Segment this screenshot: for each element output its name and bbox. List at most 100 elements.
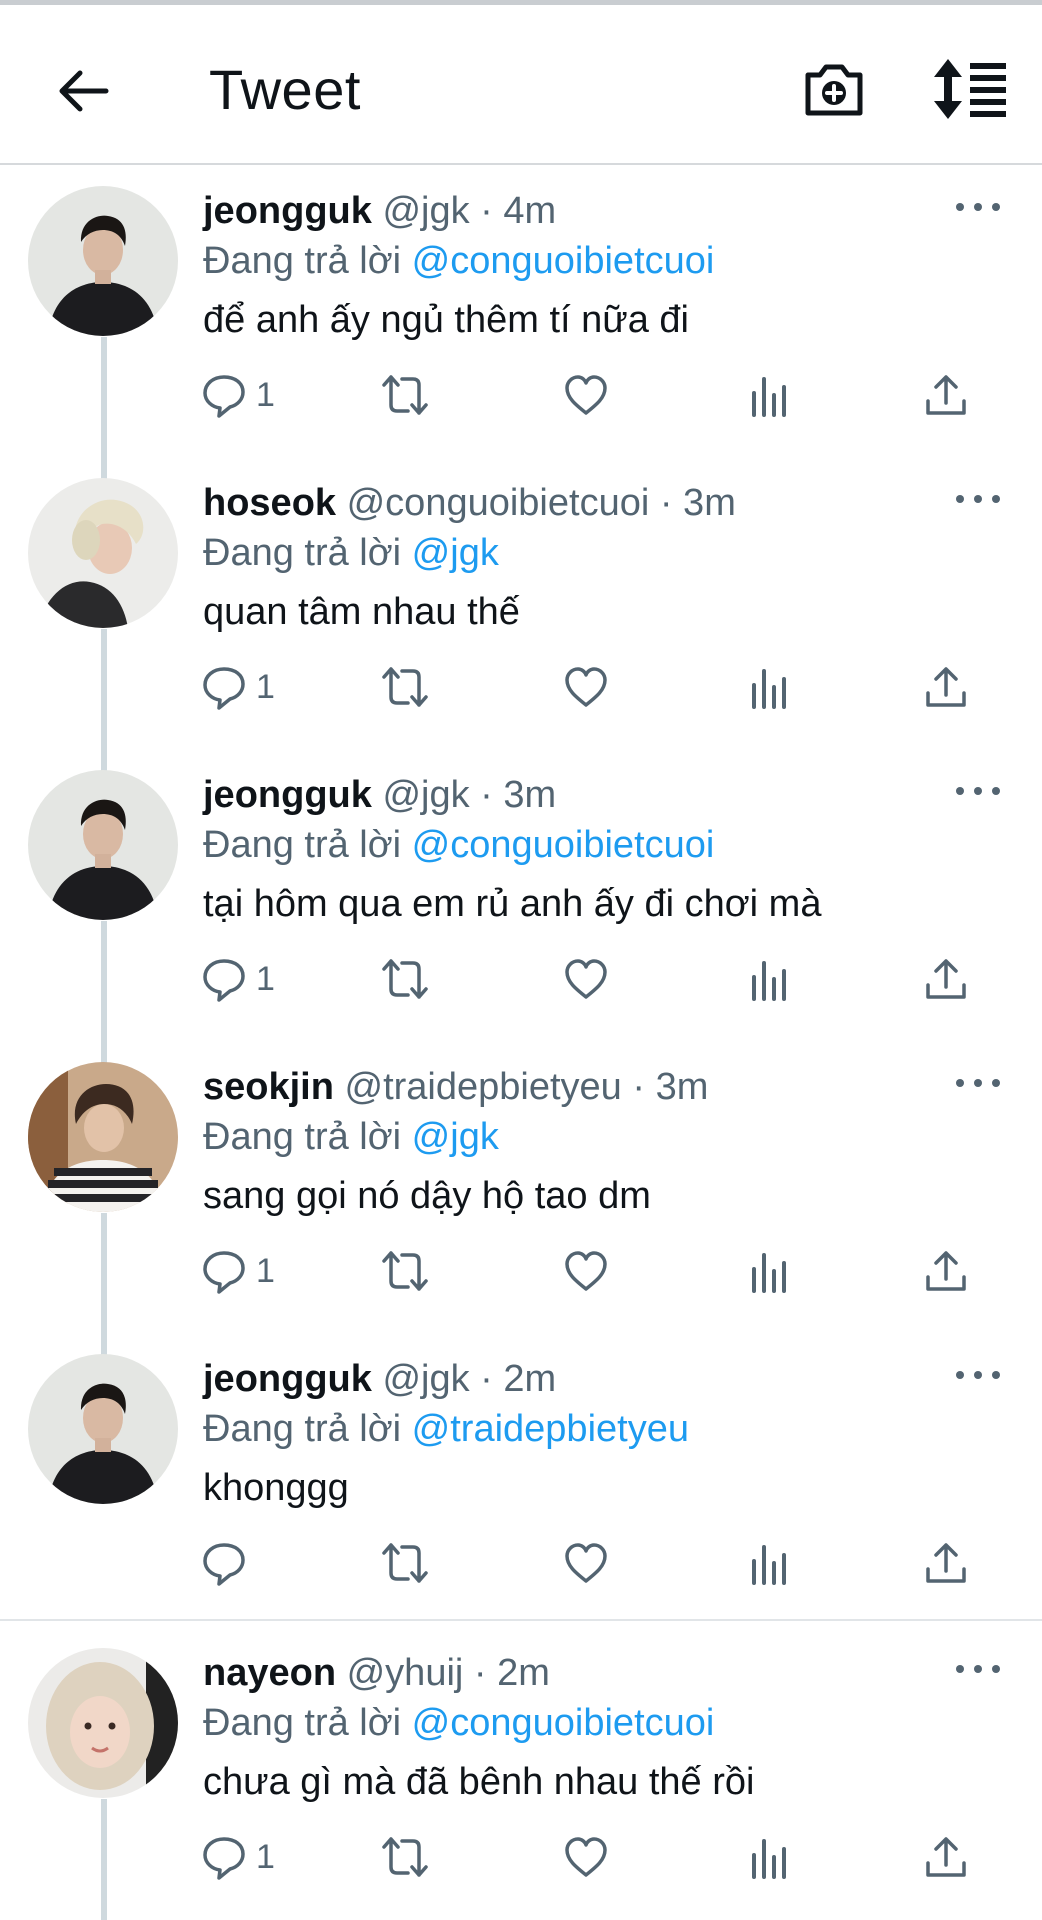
avatar-jeongguk[interactable] <box>28 770 178 920</box>
heart-icon <box>565 1543 607 1583</box>
tweet-item[interactable]: seokjin @traidepbietyeu · 3m Đang trả lờ… <box>0 1043 1042 1355</box>
user-handle[interactable]: @jgk <box>382 774 469 816</box>
replying-to-label: Đang trả lời <box>203 1408 402 1450</box>
tweet-body: nayeon @yhuij · 2m Đang trả lời @conguoi… <box>203 1649 1002 1807</box>
tweet-time[interactable]: · 3m <box>632 1066 708 1108</box>
share-button[interactable] <box>922 1243 970 1299</box>
reply-button[interactable]: 1 <box>200 367 275 423</box>
avatar-jeongguk[interactable] <box>28 186 178 336</box>
tweet-time[interactable]: · 3m <box>480 774 556 816</box>
reply-icon <box>203 1837 245 1880</box>
like-button[interactable] <box>562 367 610 423</box>
share-button[interactable] <box>922 1829 970 1885</box>
thread-connector <box>101 1799 107 1920</box>
tweet-text: chưa gì mà đã bênh nhau thế rồi <box>203 1761 755 1803</box>
views-button[interactable] <box>744 951 792 1007</box>
user-handle[interactable]: @conguoibietcuoi <box>347 482 650 524</box>
heart-icon <box>565 1837 607 1877</box>
reply-button[interactable]: 1 <box>200 1829 275 1885</box>
user-handle[interactable]: @traidepbietyeu <box>345 1066 622 1108</box>
views-button[interactable] <box>744 367 792 423</box>
replying-to-label: Đang trả lời <box>203 1116 402 1158</box>
display-name[interactable]: jeongguk <box>203 1358 372 1400</box>
analytics-icon <box>752 1839 786 1879</box>
avatar-nayeon[interactable] <box>28 1648 178 1798</box>
analytics-icon <box>752 669 786 709</box>
display-name[interactable]: nayeon <box>203 1652 336 1694</box>
tweet-item[interactable]: nayeon @yhuij · 2m Đang trả lời @conguoi… <box>0 1629 1042 1920</box>
like-button[interactable] <box>562 1829 610 1885</box>
mention-link[interactable]: @conguoibietcuoi <box>412 1702 715 1744</box>
retweet-button[interactable] <box>380 1535 430 1591</box>
analytics-icon <box>752 1545 786 1585</box>
analytics-icon <box>752 377 786 417</box>
user-handle[interactable]: @jgk <box>382 190 469 232</box>
mention-link[interactable]: @conguoibietcuoi <box>412 240 715 282</box>
share-button[interactable] <box>922 1535 970 1591</box>
share-icon <box>926 375 966 415</box>
user-handle[interactable]: @yhuij <box>347 1652 464 1694</box>
views-button[interactable] <box>744 659 792 715</box>
views-button[interactable] <box>744 1243 792 1299</box>
heart-icon <box>565 667 607 707</box>
mention-link[interactable]: @traidepbietyeu <box>412 1408 689 1450</box>
tweet-item[interactable]: hoseok @conguoibietcuoi · 3m Đang trả lờ… <box>0 459 1042 771</box>
share-icon <box>926 667 966 707</box>
reply-count: 1 <box>256 959 275 998</box>
page-title: Tweet <box>209 58 361 121</box>
display-name[interactable]: jeongguk <box>203 774 372 816</box>
views-button[interactable] <box>744 1535 792 1591</box>
reply-button[interactable] <box>200 1535 256 1591</box>
share-icon <box>926 1837 966 1877</box>
reply-count: 1 <box>256 667 275 706</box>
share-button[interactable] <box>922 367 970 423</box>
avatar-jeongguk[interactable] <box>28 1354 178 1504</box>
like-button[interactable] <box>562 1243 610 1299</box>
like-button[interactable] <box>562 951 610 1007</box>
share-button[interactable] <box>922 951 970 1007</box>
tweet-meta: jeongguk @jgk · 4m <box>203 187 1002 235</box>
tweet-time[interactable]: · 2m <box>474 1652 550 1694</box>
avatar-hoseok[interactable] <box>28 478 178 628</box>
display-name[interactable]: jeongguk <box>203 190 372 232</box>
tweet-item[interactable]: jeongguk @jgk · 3m Đang trả lời @conguoi… <box>0 751 1042 1063</box>
retweet-button[interactable] <box>380 1829 430 1885</box>
tweet-time[interactable]: · 3m <box>660 482 736 524</box>
retweet-icon <box>382 1543 428 1583</box>
reply-button[interactable]: 1 <box>200 1243 275 1299</box>
replying-to: Đang trả lời @conguoibietcuoi <box>203 237 1002 285</box>
views-button[interactable] <box>744 1829 792 1885</box>
retweet-button[interactable] <box>380 1243 430 1299</box>
tweet-time[interactable]: · 2m <box>480 1358 556 1400</box>
tweet-item[interactable]: jeongguk @jgk · 4m Đang trả lời @conguoi… <box>0 167 1042 479</box>
retweet-button[interactable] <box>380 659 430 715</box>
display-name[interactable]: seokjin <box>203 1066 334 1108</box>
back-button[interactable] <box>50 59 114 123</box>
display-name[interactable]: hoseok <box>203 482 336 524</box>
sort-replies-button[interactable] <box>930 55 1010 123</box>
like-button[interactable] <box>562 659 610 715</box>
camera-plus-icon <box>805 64 863 116</box>
retweet-icon <box>382 667 428 707</box>
user-handle[interactable]: @jgk <box>382 1358 469 1400</box>
replying-to-label: Đang trả lời <box>203 824 402 866</box>
thread-connector <box>101 337 107 479</box>
like-button[interactable] <box>562 1535 610 1591</box>
mention-link[interactable]: @jgk <box>412 1116 499 1158</box>
avatar-seokjin[interactable] <box>28 1062 178 1212</box>
tweet-item[interactable]: jeongguk @jgk · 2m Đang trả lời @traidep… <box>0 1335 1042 1627</box>
mention-link[interactable]: @conguoibietcuoi <box>412 824 715 866</box>
retweet-icon <box>382 375 428 415</box>
retweet-button[interactable] <box>380 951 430 1007</box>
share-button[interactable] <box>922 659 970 715</box>
replying-to-label: Đang trả lời <box>203 240 402 282</box>
tweet-actions <box>200 1535 980 1591</box>
reply-button[interactable]: 1 <box>200 659 275 715</box>
retweet-button[interactable] <box>380 367 430 423</box>
tweet-time[interactable]: · 4m <box>480 190 556 232</box>
reply-button[interactable]: 1 <box>200 951 275 1007</box>
camera-button[interactable] <box>800 55 868 123</box>
mention-link[interactable]: @jgk <box>412 532 499 574</box>
reply-icon <box>203 959 245 1002</box>
share-icon <box>926 1251 966 1291</box>
